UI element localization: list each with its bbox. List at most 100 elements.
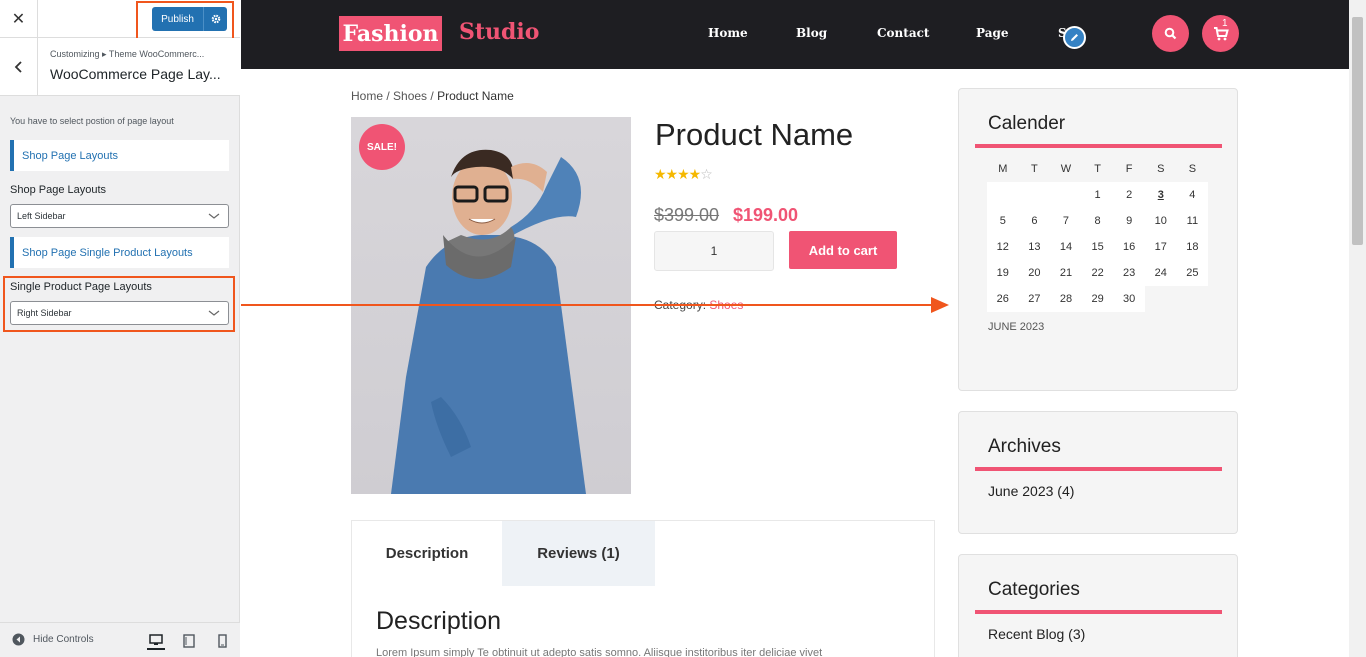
- nav-page[interactable]: Page: [976, 26, 1009, 40]
- archives-title: Archives: [988, 436, 1061, 457]
- breadcrumb-shoes[interactable]: Shoes: [393, 89, 427, 103]
- calendar-weekday: S: [1157, 163, 1165, 175]
- calendar-day: 13: [1018, 234, 1051, 260]
- chevron-down-icon: [208, 310, 220, 316]
- add-to-cart-button[interactable]: Add to cart: [789, 231, 897, 269]
- calendar-day: 27: [1018, 286, 1051, 312]
- tab-description[interactable]: Description: [352, 521, 502, 586]
- tablet-preview-icon[interactable]: [180, 632, 198, 650]
- nav-contact[interactable]: Contact: [877, 26, 929, 40]
- calendar-week-row: 5 6 7 8 9 10 11: [987, 208, 1209, 234]
- desktop-preview-icon[interactable]: [147, 632, 165, 650]
- sale-badge: SALE!: [359, 124, 405, 170]
- logo-fashion[interactable]: Fashion: [339, 16, 442, 51]
- cart-count-badge: 1: [1222, 18, 1228, 29]
- calendar-weekday: S: [1188, 163, 1197, 175]
- hide-controls-button[interactable]: Hide Controls: [12, 633, 94, 646]
- sale-price: $199.00: [733, 205, 799, 225]
- calendar-day: 21: [1050, 260, 1082, 286]
- site-preview: Fashion Studio Home Blog Contact Page S …: [241, 0, 1349, 657]
- calendar-day: 2: [1113, 182, 1145, 208]
- calendar-empty-cell: [1050, 182, 1082, 208]
- calendar-empty-cell: [1018, 182, 1051, 208]
- site-header: Fashion Studio Home Blog Contact Page S …: [241, 0, 1349, 69]
- calendar-weekday: T: [1031, 163, 1038, 175]
- calendar-day: 7: [1050, 208, 1082, 234]
- calendar-day: 19: [987, 260, 1019, 286]
- publish-button[interactable]: Publish: [152, 7, 203, 31]
- calendar-day: 1: [1081, 182, 1114, 208]
- calendar-weekday: W: [1060, 163, 1072, 175]
- calendar-widget: Calender MTWTFSS 1 2 3 4 5 6 7 8 9 10 11 12 13 14 15 16…: [958, 88, 1238, 391]
- calendar-day: 29: [1081, 286, 1114, 312]
- logo-studio[interactable]: Studio: [459, 19, 539, 45]
- gear-icon[interactable]: [203, 7, 227, 31]
- calendar-day: 22: [1081, 260, 1114, 286]
- tab-reviews[interactable]: Reviews (1): [502, 521, 655, 586]
- calendar-day: 16: [1113, 234, 1145, 260]
- breadcrumb-separator: /: [427, 89, 438, 103]
- calendar-day: 20: [1018, 260, 1051, 286]
- categories-item[interactable]: Recent Blog (3): [988, 626, 1085, 642]
- calendar-day: 15: [1081, 234, 1114, 260]
- breadcrumb-current: Product Name: [437, 89, 514, 103]
- old-price: $399.00: [654, 205, 720, 225]
- single-layout-select[interactable]: Right Sidebar: [10, 301, 229, 325]
- description-text: Lorem Ipsum simply Te obtinuit ut adepto…: [376, 647, 823, 657]
- categories-widget: Categories Recent Blog (3): [958, 554, 1238, 657]
- shop-layout-label: Shop Page Layouts: [10, 184, 107, 196]
- cart-icon[interactable]: [1202, 15, 1239, 52]
- calendar-day: 11: [1176, 208, 1209, 234]
- section-title: WooCommerce Page Lay...: [50, 66, 221, 82]
- shop-layout-select[interactable]: Left Sidebar: [10, 204, 229, 228]
- breadcrumb-home[interactable]: Home: [351, 89, 383, 103]
- edit-pencil-icon[interactable]: [1063, 26, 1086, 49]
- back-arrow-icon[interactable]: [0, 38, 38, 95]
- customizer-panel: ✕ Publish Customizing ▸ Theme WooCommerc…: [0, 0, 240, 657]
- calendar-day: 10: [1144, 208, 1177, 234]
- calendar-table: MTWTFSS 1 2 3 4 5 6 7 8 9 10 11 12 13 14 15 16 17 18 19 20 2…: [987, 156, 1209, 312]
- scrollbar-thumb[interactable]: [1352, 17, 1363, 245]
- quantity-input[interactable]: 1: [654, 231, 774, 271]
- search-icon[interactable]: [1152, 15, 1189, 52]
- calendar-day: 26: [987, 286, 1019, 312]
- calendar-weekday: T: [1094, 163, 1101, 175]
- layout-note: You have to select postion of page layou…: [10, 116, 174, 126]
- calendar-day: 17: [1144, 234, 1177, 260]
- calendar-day: 30: [1113, 286, 1145, 312]
- shop-layout-value: Left Sidebar: [17, 211, 66, 221]
- archives-widget: Archives June 2023 (4): [958, 411, 1238, 534]
- screen: ✕ Publish Customizing ▸ Theme WooCommerc…: [0, 0, 1366, 657]
- calendar-day: 25: [1176, 260, 1209, 286]
- calendar-day: 28: [1050, 286, 1082, 312]
- collapse-icon: [12, 633, 25, 646]
- customizer-breadcrumb: Customizing ▸ Theme WooCommerc...: [50, 49, 205, 59]
- section-shop-page-layouts[interactable]: Shop Page Layouts: [10, 140, 229, 171]
- close-icon[interactable]: ✕: [0, 0, 38, 38]
- calendar-week-row: 26 27 28 29 30: [987, 286, 1208, 312]
- calendar-title-underline: [975, 144, 1222, 148]
- breadcrumb: Home / Shoes / Product Name: [351, 89, 514, 103]
- star-empty-icon: ☆: [700, 166, 713, 182]
- calendar-day: 8: [1081, 208, 1114, 234]
- calendar-weekday: F: [1125, 163, 1133, 175]
- calendar-day: 6: [1018, 208, 1051, 234]
- calendar-empty-cell: [1177, 286, 1209, 312]
- customizer-footer: Hide Controls: [0, 622, 240, 657]
- calendar-day: 24: [1144, 260, 1177, 286]
- scrollbar[interactable]: [1349, 0, 1366, 657]
- categories-title: Categories: [988, 579, 1080, 600]
- calendar-week-row: 1234: [987, 182, 1209, 208]
- mobile-preview-icon[interactable]: [213, 632, 231, 650]
- section-header: Customizing ▸ Theme WooCommerc... WooCom…: [0, 38, 240, 96]
- archives-item[interactable]: June 2023 (4): [988, 483, 1074, 499]
- section-single-product-layouts[interactable]: Shop Page Single Product Layouts: [10, 237, 229, 268]
- calendar-empty-cell: [1145, 286, 1177, 312]
- single-layout-value: Right Sidebar: [17, 308, 72, 318]
- nav-home[interactable]: Home: [708, 26, 748, 40]
- rating-stars[interactable]: ★★★★☆: [654, 166, 713, 183]
- nav-blog[interactable]: Blog: [796, 26, 827, 40]
- product-tabs: Description Reviews (1) Description Lore…: [351, 520, 935, 657]
- calendar-day: 23: [1113, 260, 1145, 286]
- calendar-day[interactable]: 3: [1144, 182, 1177, 208]
